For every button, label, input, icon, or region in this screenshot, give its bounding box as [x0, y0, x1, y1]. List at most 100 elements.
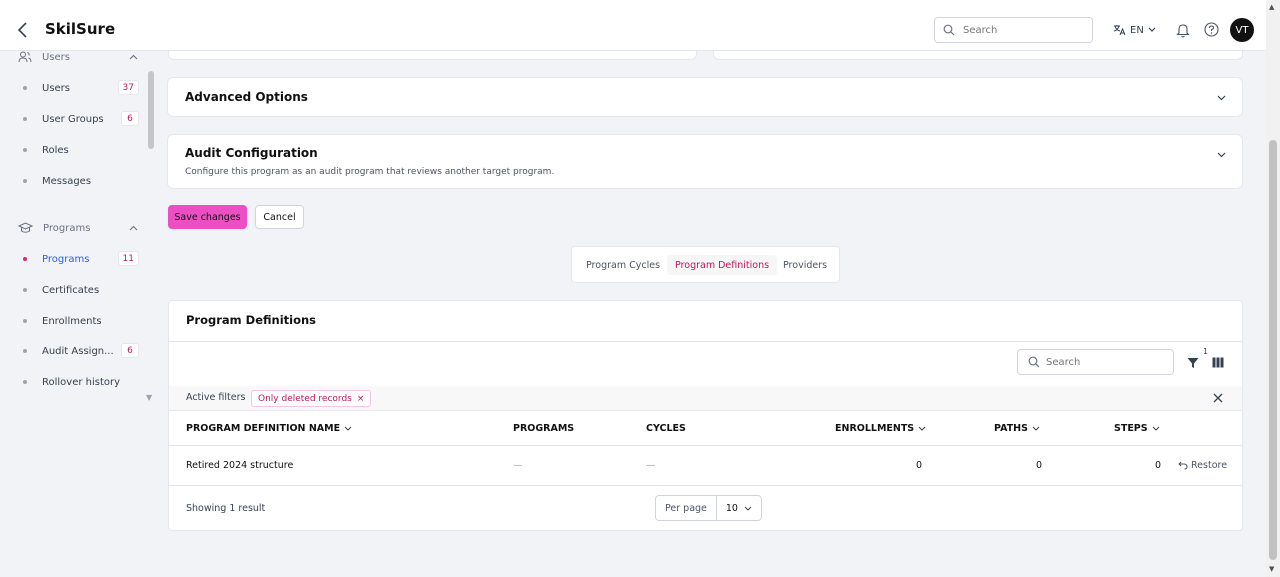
remove-filter-icon[interactable]: ×: [357, 394, 365, 404]
sidebar-item-label: Messages: [42, 175, 92, 187]
chevron-down-icon: [744, 506, 752, 511]
filter-icon[interactable]: [1187, 357, 1199, 369]
sidebar-item-certificates[interactable]: Certificates: [23, 282, 139, 298]
column-header-programs: PROGRAMS: [513, 423, 575, 434]
language-selector[interactable]: EN: [1113, 24, 1156, 36]
chevron-up-icon: [129, 54, 138, 60]
sidebar-scrollbar[interactable]: [148, 71, 154, 149]
sidebar-group-label: Users: [42, 51, 71, 63]
program-definitions-panel: Program Definitions 1 Active filters Onl…: [168, 300, 1243, 531]
cell-cycles: —: [646, 460, 656, 471]
sort-chevron-icon: [344, 426, 352, 431]
scroll-up-icon[interactable]: ▲: [1269, 3, 1274, 11]
cell-enrollments: 0: [915, 460, 922, 471]
count-badge: 37: [117, 80, 139, 95]
bullet-icon: [23, 117, 27, 121]
count-badge: 6: [121, 111, 139, 126]
top-header: SkilSure EN VT: [0, 0, 1266, 51]
bell-icon[interactable]: [1176, 22, 1190, 38]
help-icon[interactable]: [1204, 22, 1219, 37]
sidebar-item-enrollments[interactable]: Enrollments: [23, 313, 139, 329]
sidebar-item-label: Programs: [42, 253, 90, 265]
divider: [169, 341, 1242, 342]
sidebar-item-label: Roles: [42, 144, 69, 156]
column-header-label: STEPS: [1114, 423, 1148, 434]
back-arrow-icon[interactable]: [16, 21, 30, 39]
filter-chip[interactable]: Only deleted records ×: [251, 390, 372, 407]
sidebar-item-user-groups[interactable]: User Groups 6: [23, 111, 139, 127]
sidebar-item-label: Users: [42, 82, 71, 94]
bullet-icon: [23, 288, 27, 292]
sidebar-item-rollover-history[interactable]: Rollover history: [23, 374, 139, 390]
bullet-icon: [23, 380, 27, 384]
table-search-input[interactable]: [1046, 354, 1166, 370]
active-filters-bar: Active filters Only deleted records ×: [169, 386, 1242, 410]
section-subtitle: Configure this program as an audit progr…: [185, 167, 555, 177]
sidebar-item-label: Audit Assign...: [42, 345, 114, 357]
advanced-options-section[interactable]: Advanced Options: [167, 77, 1243, 117]
bullet-icon: [23, 148, 27, 152]
scroll-down-icon[interactable]: ▼: [1269, 565, 1274, 573]
sidebar-item-users[interactable]: Users 37: [23, 80, 139, 96]
divider: [169, 410, 1242, 411]
translate-icon: [1113, 25, 1126, 36]
section-title: Advanced Options: [185, 90, 308, 104]
bullet-icon: [23, 319, 27, 323]
column-header-cycles: CYCLES: [646, 423, 686, 434]
restore-button[interactable]: Restore: [1178, 460, 1227, 471]
tab-program-definitions[interactable]: Program Definitions: [667, 255, 778, 275]
column-header-paths[interactable]: PATHS: [994, 423, 1040, 434]
sidebar-item-roles[interactable]: Roles: [23, 142, 139, 158]
column-header-name[interactable]: PROGRAM DEFINITION NAME: [186, 423, 352, 434]
audit-configuration-section[interactable]: Audit Configuration Configure this progr…: [167, 134, 1243, 189]
save-changes-button[interactable]: Save changes: [168, 205, 247, 229]
column-header-label: ENROLLMENTS: [835, 423, 915, 434]
undo-icon: [1178, 461, 1188, 470]
column-header-steps[interactable]: STEPS: [1114, 423, 1160, 434]
sidebar-group-label: Programs: [43, 222, 91, 234]
sidebar-scroll-down-icon[interactable]: ▼: [146, 393, 152, 402]
chevron-down-icon: [1217, 95, 1226, 101]
sort-chevron-icon: [1032, 426, 1040, 431]
filter-count-badge: 1: [1203, 347, 1209, 356]
sort-chevron-icon: [918, 426, 926, 431]
table-search[interactable]: [1017, 349, 1174, 375]
sort-chevron-icon: [1152, 426, 1159, 431]
sidebar-item-label: Enrollments: [42, 315, 102, 327]
per-page-selector[interactable]: Per page 10: [655, 495, 762, 521]
chevron-up-icon: [129, 225, 138, 231]
section-title: Audit Configuration: [185, 146, 318, 160]
app-title: SkilSure: [45, 20, 116, 38]
search-icon: [943, 24, 955, 36]
tab-providers[interactable]: Providers: [775, 255, 835, 275]
per-page-dropdown[interactable]: 10: [717, 503, 761, 514]
count-badge: 6: [121, 343, 139, 358]
tab-bar: Program Cycles Program Definitions Provi…: [571, 246, 840, 283]
per-page-value: 10: [725, 502, 738, 514]
tab-program-cycles[interactable]: Program Cycles: [578, 255, 668, 275]
cell-name: Retired 2024 structure: [186, 460, 294, 471]
column-header-enrollments[interactable]: ENROLLMENTS: [835, 423, 926, 434]
sidebar-item-programs[interactable]: Programs 11: [23, 251, 139, 267]
page-scrollbar[interactable]: ▲ ▼: [1266, 0, 1280, 577]
cell-steps: 0: [1154, 460, 1161, 471]
sidebar-item-audit-assignments[interactable]: Audit Assign... 6: [23, 343, 139, 359]
bullet-icon: [23, 257, 27, 261]
restore-label: Restore: [1191, 460, 1228, 471]
clear-filters-icon[interactable]: [1213, 393, 1223, 403]
chevron-down-icon: [1217, 152, 1226, 158]
panel-title: Program Definitions: [186, 313, 317, 327]
scrollbar-thumb[interactable]: [1269, 140, 1277, 560]
columns-icon[interactable]: [1212, 357, 1224, 368]
cancel-button[interactable]: Cancel: [255, 205, 304, 229]
bullet-icon: [23, 179, 27, 183]
sidebar-item-messages[interactable]: Messages: [23, 173, 139, 189]
avatar[interactable]: VT: [1230, 18, 1254, 42]
sidebar-group-programs[interactable]: Programs: [18, 222, 138, 234]
header-search-input[interactable]: [963, 22, 1083, 38]
bullet-icon: [23, 86, 27, 90]
sidebar-group-users[interactable]: Users: [18, 51, 138, 63]
sidebar-item-label: User Groups: [42, 113, 104, 125]
result-count: Showing 1 result: [186, 503, 266, 514]
header-search[interactable]: [934, 17, 1093, 43]
